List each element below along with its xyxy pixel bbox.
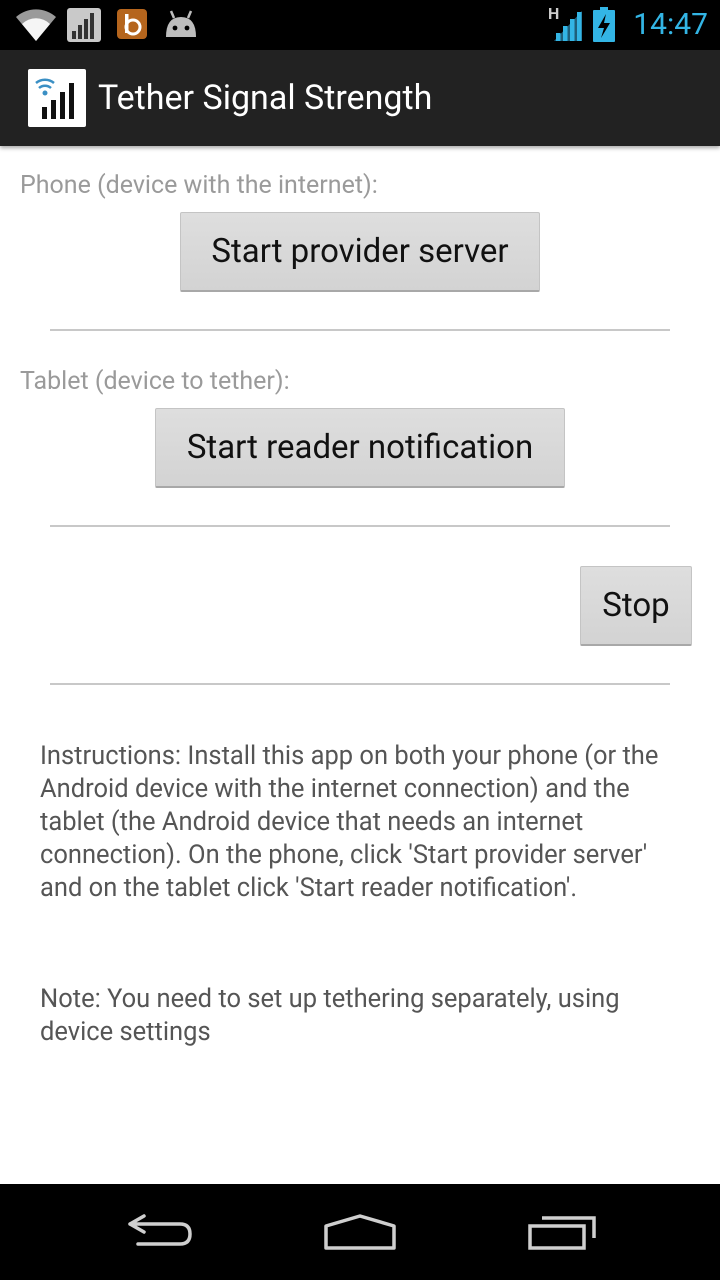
status-time: 14:47: [633, 7, 708, 42]
cell-signal-icon: [554, 11, 582, 41]
signal-strength-app-icon: [28, 69, 86, 127]
back-icon[interactable]: [124, 1212, 196, 1252]
instructions-text: Instructions: Install this app on both y…: [40, 741, 659, 903]
android-icon: [166, 10, 196, 37]
home-icon[interactable]: [322, 1212, 398, 1252]
divider: [50, 329, 670, 331]
action-bar: Tether Signal Strength: [0, 50, 720, 146]
divider: [50, 683, 670, 685]
navigation-bar: [0, 1184, 720, 1280]
start-provider-server-button[interactable]: Start provider server: [180, 212, 540, 292]
signal-bars-icon: [67, 8, 101, 42]
app-title: Tether Signal Strength: [98, 78, 433, 118]
battery-charging-icon: [593, 7, 615, 42]
tablet-section-label: Tablet (device to tether):: [20, 367, 290, 396]
phone-section-label: Phone (device with the internet):: [20, 171, 378, 200]
recents-icon[interactable]: [526, 1212, 598, 1252]
status-bar: H 14:47: [0, 0, 720, 50]
divider: [50, 525, 670, 527]
note-text: Note: You need to set up tethering separ…: [40, 984, 620, 1047]
start-reader-notification-button[interactable]: Start reader notification: [155, 408, 565, 488]
b-app-icon: [117, 9, 147, 39]
wifi-icon: [16, 9, 56, 41]
stop-button[interactable]: Stop: [580, 566, 692, 646]
